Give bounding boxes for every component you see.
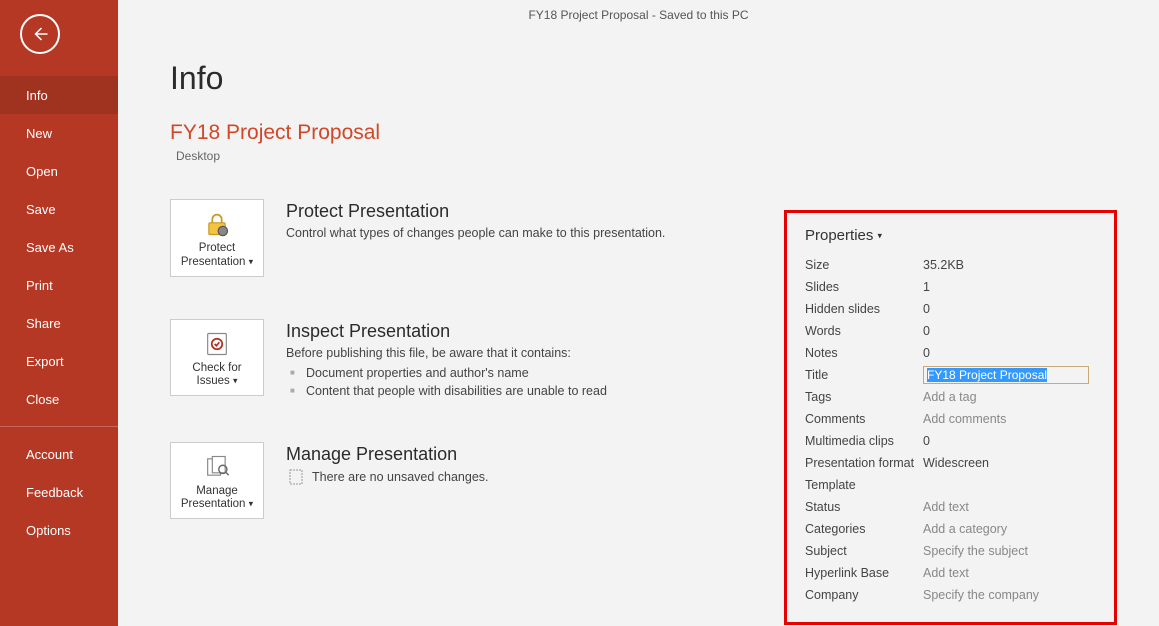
button-label: Protect Presentation [181,242,246,268]
document-icon [286,469,306,485]
backstage-sidebar: Info New Open Save Save As Print Share E… [0,0,118,626]
nav-divider [0,426,118,427]
nav-label: Save [26,202,56,217]
nav-label: Feedback [26,485,83,500]
chevron-down-icon: ▾ [878,231,883,241]
prop-hyperlink-base: Hyperlink BaseAdd text [805,562,1096,584]
nav-label: Save As [26,240,74,255]
nav-label: Account [26,447,73,462]
prop-words: Words0 [805,320,1096,342]
manage-title: Manage Presentation [286,444,489,465]
prop-categories: CategoriesAdd a category [805,518,1096,540]
prop-company: CompanySpecify the company [805,584,1096,606]
chevron-down-icon: ▾ [249,499,254,509]
page-title: Info [170,60,1159,97]
manage-msg: There are no unsaved changes. [312,470,489,484]
chevron-down-icon: ▾ [249,256,254,266]
arrow-left-icon [31,25,49,43]
nav-print[interactable]: Print [0,266,118,304]
button-label: Manage Presentation [181,485,246,511]
prop-comments: CommentsAdd comments [805,408,1096,430]
nav-account[interactable]: Account [0,435,118,473]
nav-label: Print [26,278,53,293]
nav-feedback[interactable]: Feedback [0,473,118,511]
categories-input[interactable]: Add a category [923,522,1007,536]
documents-icon [203,453,231,481]
prop-size: Size35.2KB [805,254,1096,276]
list-item: Document properties and author's name [286,364,607,382]
title-input[interactable]: FY18 Project Proposal [923,366,1089,384]
window-title: FY18 Project Proposal - Saved to this PC [118,0,1159,28]
hyperlink-base-input[interactable]: Add text [923,566,969,580]
comments-input[interactable]: Add comments [923,412,1006,426]
company-input[interactable]: Specify the company [923,588,1039,602]
prop-hidden-slides: Hidden slides0 [805,298,1096,320]
nav-close[interactable]: Close [0,380,118,418]
chevron-down-icon: ▾ [233,376,238,386]
tags-input[interactable]: Add a tag [923,390,977,404]
title-selected-text: FY18 Project Proposal [927,368,1047,382]
properties-dropdown[interactable]: Properties ▾ [805,227,1096,244]
nav-label: New [26,126,52,141]
prop-slides: Slides1 [805,276,1096,298]
prop-notes: Notes0 [805,342,1096,364]
inspect-desc: Before publishing this file, be aware th… [286,346,607,360]
nav-info[interactable]: Info [0,76,118,114]
lock-icon [203,210,231,238]
checklist-icon [203,330,231,358]
prop-format: Presentation formatWidescreen [805,452,1096,474]
document-path: Desktop [176,149,1159,163]
nav-share[interactable]: Share [0,304,118,342]
nav-label: Export [26,354,64,369]
subject-input[interactable]: Specify the subject [923,544,1028,558]
nav-label: Close [26,392,59,407]
protect-presentation-button[interactable]: Protect Presentation ▾ [170,199,264,277]
properties-panel: Properties ▾ Size35.2KB Slides1 Hidden s… [784,210,1117,625]
prop-template: Template [805,474,1096,496]
nav-label: Share [26,316,61,331]
list-item: Content that people with disabilities ar… [286,382,607,400]
content-area: FY18 Project Proposal - Saved to this PC… [118,0,1159,626]
nav-options[interactable]: Options [0,511,118,549]
properties-label: Properties [805,227,873,244]
nav-label: Open [26,164,58,179]
prop-status: StatusAdd text [805,496,1096,518]
nav-label: Info [26,88,48,103]
nav-new[interactable]: New [0,114,118,152]
nav-open[interactable]: Open [0,152,118,190]
nav-saveas[interactable]: Save As [0,228,118,266]
inspect-title: Inspect Presentation [286,321,607,342]
prop-tags: TagsAdd a tag [805,386,1096,408]
nav-save[interactable]: Save [0,190,118,228]
prop-subject: SubjectSpecify the subject [805,540,1096,562]
inspect-item-list: Document properties and author's name Co… [286,364,607,400]
check-issues-button[interactable]: Check for Issues ▾ [170,319,264,397]
protect-title: Protect Presentation [286,201,665,222]
manage-presentation-button[interactable]: Manage Presentation ▾ [170,442,264,520]
nav-export[interactable]: Export [0,342,118,380]
prop-multimedia: Multimedia clips0 [805,430,1096,452]
status-input[interactable]: Add text [923,500,969,514]
nav-label: Options [26,523,71,538]
protect-desc: Control what types of changes people can… [286,226,665,240]
back-button[interactable] [20,14,60,54]
prop-title: Title FY18 Project Proposal [805,364,1096,386]
document-title: FY18 Project Proposal [170,121,1159,145]
